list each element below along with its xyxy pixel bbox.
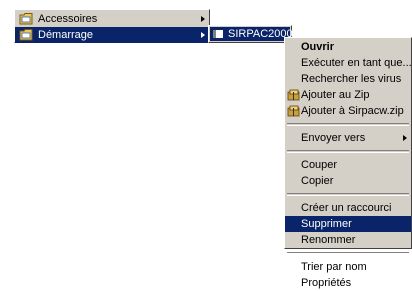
menu-item-ouvrir[interactable]: Ouvrir bbox=[285, 39, 411, 55]
chevron-right-icon bbox=[201, 32, 205, 38]
chevron-right-icon bbox=[403, 135, 407, 141]
menu-item-label: Créer un raccourci bbox=[301, 202, 392, 214]
menu-item-renommer[interactable]: Renommer bbox=[285, 232, 411, 248]
menu-item-label: Rechercher les virus bbox=[301, 73, 402, 85]
menu-item-label: Propriétés bbox=[301, 277, 352, 289]
menu-item-label: Copier bbox=[301, 175, 334, 187]
menu-item-accessoires[interactable]: Accessoires bbox=[15, 11, 209, 27]
menu-separator bbox=[287, 123, 409, 126]
context-menu: Ouvrir Exécuter en tant que... Recherche… bbox=[284, 37, 412, 289]
folder-icon bbox=[19, 29, 33, 41]
menu-item-label: Démarrage bbox=[38, 29, 94, 41]
menu-item-label: Ajouter à Sirpacw.zip bbox=[301, 105, 404, 117]
programs-menu: Accessoires Démarrage bbox=[14, 9, 210, 43]
program-icon bbox=[213, 30, 223, 38]
menu-item-label: Envoyer vers bbox=[301, 132, 366, 144]
menu-item-ajouter-sirpacw-zip[interactable]: Ajouter à Sirpacw.zip bbox=[285, 103, 411, 119]
chevron-right-icon bbox=[201, 16, 205, 22]
menu-item-label: Renommer bbox=[301, 234, 356, 246]
menu-separator bbox=[287, 252, 409, 255]
menu-item-supprimer[interactable]: Supprimer bbox=[285, 216, 411, 232]
menu-item-demarrage[interactable]: Démarrage bbox=[15, 27, 209, 43]
menu-item-proprietes[interactable]: Propriétés bbox=[285, 275, 411, 291]
menu-item-label: SIRPAC2000 bbox=[228, 28, 293, 40]
menu-item-envoyer-vers[interactable]: Envoyer vers bbox=[285, 130, 411, 146]
menu-item-trier-par-nom[interactable]: Trier par nom bbox=[285, 259, 411, 275]
winzip-icon bbox=[287, 105, 300, 117]
menu-item-rechercher-virus[interactable]: Rechercher les virus bbox=[285, 71, 411, 87]
menu-item-couper[interactable]: Couper bbox=[285, 157, 411, 173]
menu-item-label: Trier par nom bbox=[301, 261, 367, 273]
menu-item-sirpac2000[interactable]: SIRPAC2000 bbox=[210, 27, 293, 41]
menu-item-copier[interactable]: Copier bbox=[285, 173, 411, 189]
menu-item-label: Accessoires bbox=[38, 13, 98, 25]
menu-item-label: Ouvrir bbox=[301, 41, 335, 53]
startup-submenu: SIRPAC2000 bbox=[208, 25, 293, 43]
winzip-icon bbox=[287, 89, 300, 101]
menu-item-label: Exécuter en tant que... bbox=[301, 57, 412, 69]
menu-separator bbox=[287, 150, 409, 153]
menu-item-ajouter-au-zip[interactable]: Ajouter au Zip bbox=[285, 87, 411, 103]
menu-item-label: Ajouter au Zip bbox=[301, 89, 370, 101]
menu-item-label: Supprimer bbox=[301, 218, 352, 230]
menu-item-creer-raccourci[interactable]: Créer un raccourci bbox=[285, 200, 411, 216]
menu-separator bbox=[287, 193, 409, 196]
menu-item-executer-en-tant-que[interactable]: Exécuter en tant que... bbox=[285, 55, 412, 71]
menu-item-label: Couper bbox=[301, 159, 338, 171]
folder-icon bbox=[19, 13, 33, 25]
